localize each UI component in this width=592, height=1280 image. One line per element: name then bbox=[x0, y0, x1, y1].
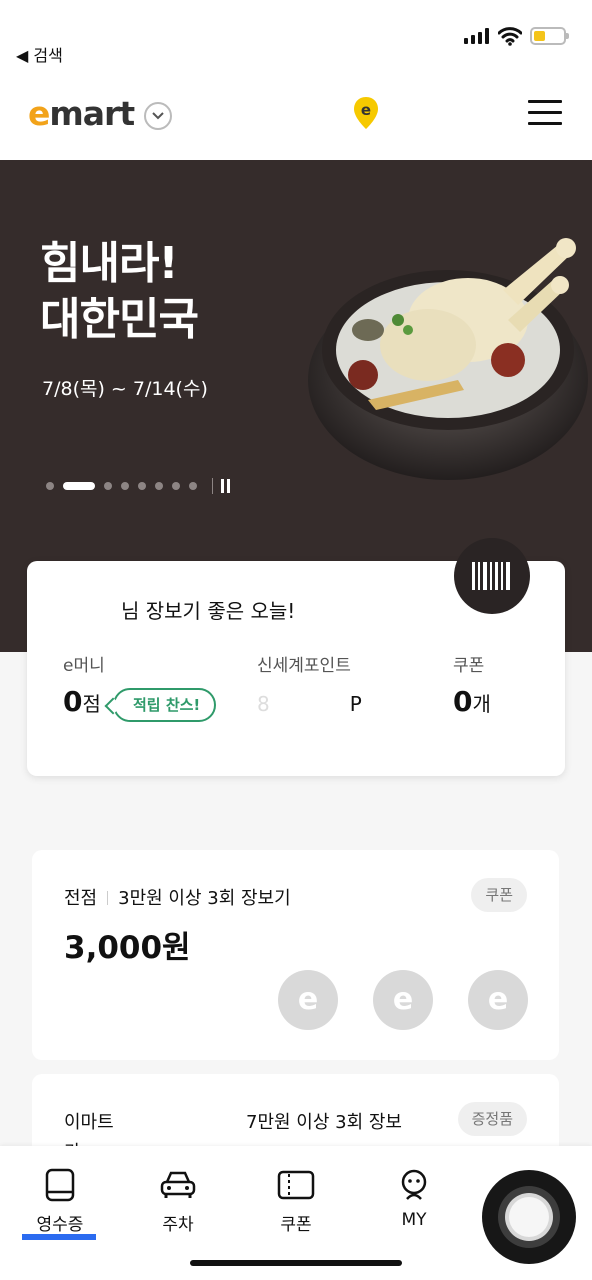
tab-parking[interactable]: 주차 bbox=[132, 1166, 224, 1235]
promo-desc: 7만원 이상 3회 장보 bbox=[246, 1112, 402, 1133]
active-tab-indicator bbox=[22, 1234, 96, 1240]
car-icon bbox=[160, 1171, 196, 1198]
tab-my[interactable]: MY bbox=[368, 1166, 460, 1230]
promo-tag: 쿠폰 bbox=[471, 878, 527, 912]
app-header: emart e bbox=[0, 80, 592, 160]
pagination-dot[interactable] bbox=[121, 482, 129, 490]
promo-meta: 전점 3만원 이상 3회 장보기 bbox=[64, 888, 291, 909]
circle-icon bbox=[498, 1186, 560, 1248]
tab-receipt[interactable]: 영수증 bbox=[14, 1166, 106, 1235]
stamp-icon: e bbox=[278, 970, 338, 1030]
emoney-label: e머니 bbox=[63, 656, 105, 676]
stamp-icon: e bbox=[468, 970, 528, 1030]
wifi-icon bbox=[498, 27, 522, 46]
banner-pagination bbox=[46, 478, 233, 494]
svg-text:e: e bbox=[298, 983, 318, 1017]
home-indicator[interactable] bbox=[190, 1260, 402, 1266]
banner-date: 7/8(목) ~ 7/14(수) bbox=[42, 378, 208, 400]
pagination-dot-active[interactable] bbox=[63, 482, 95, 490]
profile-icon bbox=[401, 1169, 427, 1200]
pagination-dot[interactable] bbox=[189, 482, 197, 490]
store-select-chevron-icon[interactable] bbox=[144, 102, 172, 130]
hamburger-menu-icon[interactable] bbox=[528, 100, 562, 128]
pagination-dot[interactable] bbox=[46, 482, 54, 490]
emart-logo[interactable]: emart bbox=[28, 94, 135, 133]
promo-amount: 3,000원 bbox=[64, 930, 191, 966]
banner-title: 힘내라! 대한민국 bbox=[40, 238, 199, 345]
svg-text:e: e bbox=[393, 983, 413, 1017]
emoney-value[interactable]: 0점 bbox=[63, 685, 101, 718]
coupon-value[interactable]: 0개 bbox=[453, 685, 491, 718]
promo-tag: 증정품 bbox=[457, 1102, 527, 1136]
svg-text:e: e bbox=[361, 101, 371, 119]
svg-text:e: e bbox=[488, 983, 508, 1017]
barcode-button[interactable] bbox=[454, 538, 530, 614]
promo-card[interactable]: 전점 3만원 이상 3회 장보기 3,000원 쿠폰 e e e bbox=[32, 850, 559, 1060]
signal-icon bbox=[464, 28, 490, 44]
pagination-dot[interactable] bbox=[104, 482, 112, 490]
assistive-touch-button[interactable] bbox=[482, 1170, 576, 1264]
battery-icon bbox=[530, 27, 569, 45]
back-to-search-link[interactable]: ◀ 검색 bbox=[16, 42, 63, 66]
pagination-dot[interactable] bbox=[172, 482, 180, 490]
pause-icon[interactable] bbox=[212, 478, 233, 494]
greeting-text: 님 장보기 좋은 오늘! bbox=[121, 599, 296, 623]
pagination-dot[interactable] bbox=[155, 482, 163, 490]
status-bar: ◀ 검색 bbox=[0, 0, 592, 80]
tab-coupon[interactable]: 쿠폰 bbox=[250, 1166, 342, 1235]
coupon-label: 쿠폰 bbox=[453, 656, 485, 676]
earn-chance-chip[interactable]: 적립 찬스! bbox=[113, 688, 217, 722]
stamp-icon: e bbox=[373, 970, 433, 1030]
pagination-dot[interactable] bbox=[138, 482, 146, 490]
barcode-icon bbox=[472, 562, 510, 590]
ticket-icon bbox=[277, 1170, 315, 1200]
points-label: 신세계포인트 bbox=[257, 656, 351, 676]
samgyetang-image bbox=[308, 238, 588, 480]
receipt-icon bbox=[45, 1168, 75, 1202]
emart-pin-icon[interactable]: e bbox=[352, 96, 380, 130]
points-value[interactable]: 8P bbox=[257, 685, 362, 718]
